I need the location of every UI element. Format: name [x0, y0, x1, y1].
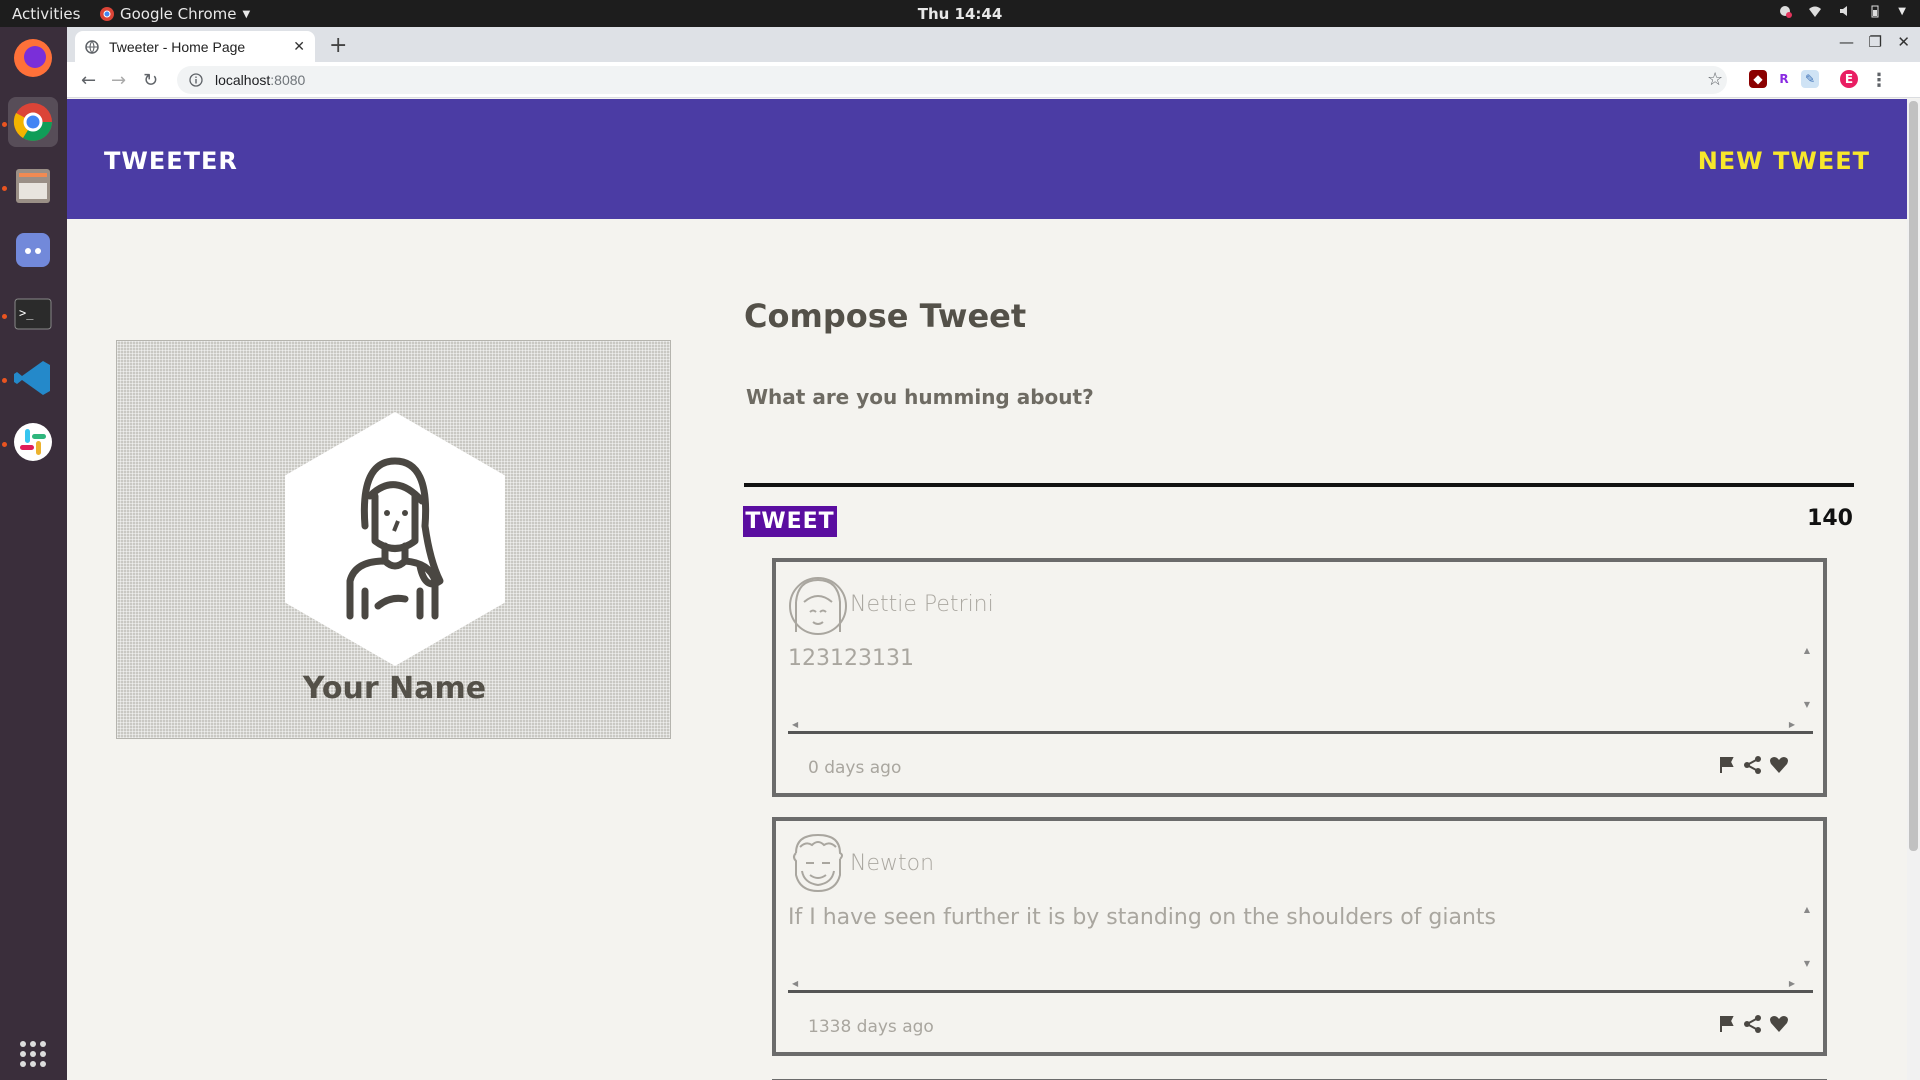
wifi-icon	[1809, 6, 1822, 17]
profile-name: Your Name	[302, 671, 487, 706]
share-icon[interactable]	[1743, 1014, 1763, 1034]
tab-title: Tweeter - Home Page	[109, 38, 246, 55]
scroll-left-icon[interactable]: ◀	[792, 979, 798, 988]
back-button[interactable]: ←	[81, 70, 96, 91]
heart-icon[interactable]	[1769, 1014, 1789, 1034]
dock: >_	[0, 27, 67, 1080]
show-applications-button[interactable]	[8, 1029, 58, 1079]
terminal-icon: >_	[14, 298, 52, 330]
discord-icon	[16, 233, 50, 267]
extension-compass-icon[interactable]: ✎	[1801, 70, 1819, 88]
chrome-icon	[13, 103, 52, 141]
tweet-textarea[interactable]	[744, 381, 1854, 487]
minimize-button[interactable]: —	[1839, 33, 1854, 51]
tweet-text: If I have seen further it is by standing…	[788, 905, 1496, 930]
running-indicator	[2, 122, 7, 127]
info-icon[interactable]	[189, 73, 203, 87]
site-nav: Tweeter New Tweet	[67, 99, 1907, 219]
svg-text:>_: >_	[19, 306, 34, 320]
tweet-submit-button[interactable]: Tweet	[743, 506, 837, 537]
tweet-text-area: 123123131 ▲ ▼ ◀ ▶	[788, 646, 1813, 734]
girl-avatar-icon	[789, 577, 847, 635]
new-tab-button[interactable]: +	[329, 33, 347, 58]
scroll-right-icon[interactable]: ▶	[1789, 979, 1795, 988]
chrome-icon	[100, 7, 114, 21]
tweet-author: Newton	[850, 851, 935, 876]
flag-icon[interactable]	[1717, 1014, 1737, 1034]
tweet-timestamp: 0 days ago	[808, 758, 902, 778]
scroll-right-icon[interactable]: ▶	[1789, 720, 1795, 729]
slack-launcher[interactable]	[8, 417, 58, 467]
restore-button[interactable]: ❐	[1869, 33, 1882, 51]
page-scrollbar[interactable]	[1907, 99, 1920, 1080]
vscode-icon	[14, 361, 50, 395]
tweet-text-area: If I have seen further it is by standing…	[788, 905, 1813, 993]
terminal-launcher[interactable]: >_	[8, 289, 58, 339]
tweet-timestamp: 1338 days ago	[808, 1017, 934, 1037]
tweet-author: Nettie Petrini	[850, 592, 994, 617]
heart-icon[interactable]	[1769, 755, 1789, 775]
browser-toolbar: ← → ↻ localhost:8080 ☆ ◆ R ✎ E ⋮	[67, 62, 1920, 98]
app-grid-icon	[20, 1041, 46, 1067]
tweet-card: Nettie Petrini 123123131 ▲ ▼ ◀ ▶ 0 days a…	[772, 558, 1827, 797]
firefox-launcher[interactable]	[8, 33, 58, 83]
chevron-down-icon: ▼	[1898, 5, 1906, 17]
scrollbar-thumb[interactable]	[1909, 101, 1918, 851]
extension-r-icon[interactable]: R	[1775, 70, 1793, 88]
app-menu-label: Google Chrome	[120, 5, 237, 23]
system-top-bar: Activities Google Chrome ▼ Thu 14:44 ▼	[0, 0, 1920, 27]
chevron-down-icon: ▼	[242, 8, 251, 20]
globe-icon	[85, 39, 99, 54]
clock[interactable]: Thu 14:44	[918, 5, 1003, 23]
tweet-actions	[1717, 755, 1789, 775]
bearded-man-avatar-icon	[793, 833, 843, 893]
forward-button[interactable]: →	[111, 70, 126, 91]
url-port: :8080	[270, 72, 306, 88]
character-counter: 140	[1807, 506, 1853, 531]
activities-button[interactable]: Activities	[12, 5, 80, 23]
close-icon[interactable]: ✕	[293, 38, 305, 55]
brand-logo[interactable]: Tweeter	[104, 147, 238, 175]
running-indicator	[2, 186, 7, 191]
reload-button[interactable]: ↻	[143, 70, 158, 91]
discord-launcher[interactable]	[8, 225, 58, 275]
running-indicator	[2, 314, 7, 319]
page-viewport: Tweeter New Tweet Your Name Compose Twee…	[67, 99, 1907, 1080]
flag-icon[interactable]	[1717, 755, 1737, 775]
notification-icon	[1780, 6, 1793, 18]
profile-avatar[interactable]: E	[1840, 70, 1858, 88]
vertical-scrollbar[interactable]: ▲ ▼	[1801, 646, 1813, 731]
file-cabinet-icon	[16, 169, 50, 203]
app-menu[interactable]: Google Chrome ▼	[100, 5, 250, 23]
tweet-actions	[1717, 1014, 1789, 1034]
files-launcher[interactable]	[8, 161, 58, 211]
firefox-icon	[14, 39, 52, 77]
tab-tweeter[interactable]: Tweeter - Home Page ✕	[75, 31, 315, 62]
bookmark-star-icon[interactable]: ☆	[1707, 69, 1723, 90]
profile-card: Your Name	[116, 340, 671, 739]
volume-icon	[1840, 6, 1848, 16]
running-indicator	[2, 442, 7, 447]
system-tray[interactable]: ▼	[1778, 4, 1906, 18]
url-host: localhost	[215, 72, 271, 88]
compose-title: Compose Tweet	[744, 297, 1027, 335]
scroll-left-icon[interactable]: ◀	[792, 720, 798, 729]
close-window-button[interactable]: ✕	[1897, 33, 1910, 51]
url-text: localhost:8080	[215, 72, 305, 88]
address-bar[interactable]: localhost:8080	[177, 66, 1727, 94]
vscode-launcher[interactable]	[8, 353, 58, 403]
tab-strip: Tweeter - Home Page ✕ + — ❐ ✕	[67, 27, 1920, 62]
tweet-card: Newton If I have seen further it is by s…	[772, 817, 1827, 1056]
slack-icon	[14, 423, 52, 461]
running-indicator	[2, 378, 7, 383]
menu-kebab-icon[interactable]: ⋮	[1870, 70, 1888, 91]
new-tweet-link[interactable]: New Tweet	[1698, 147, 1870, 175]
tweet-text: 123123131	[788, 646, 914, 671]
ublock-extension-icon[interactable]: ◆	[1749, 70, 1767, 88]
battery-icon	[1871, 5, 1879, 18]
user-avatar-icon	[346, 457, 444, 620]
chrome-launcher[interactable]	[8, 97, 58, 147]
share-icon[interactable]	[1743, 755, 1763, 775]
vertical-scrollbar[interactable]: ▲ ▼	[1801, 905, 1813, 990]
